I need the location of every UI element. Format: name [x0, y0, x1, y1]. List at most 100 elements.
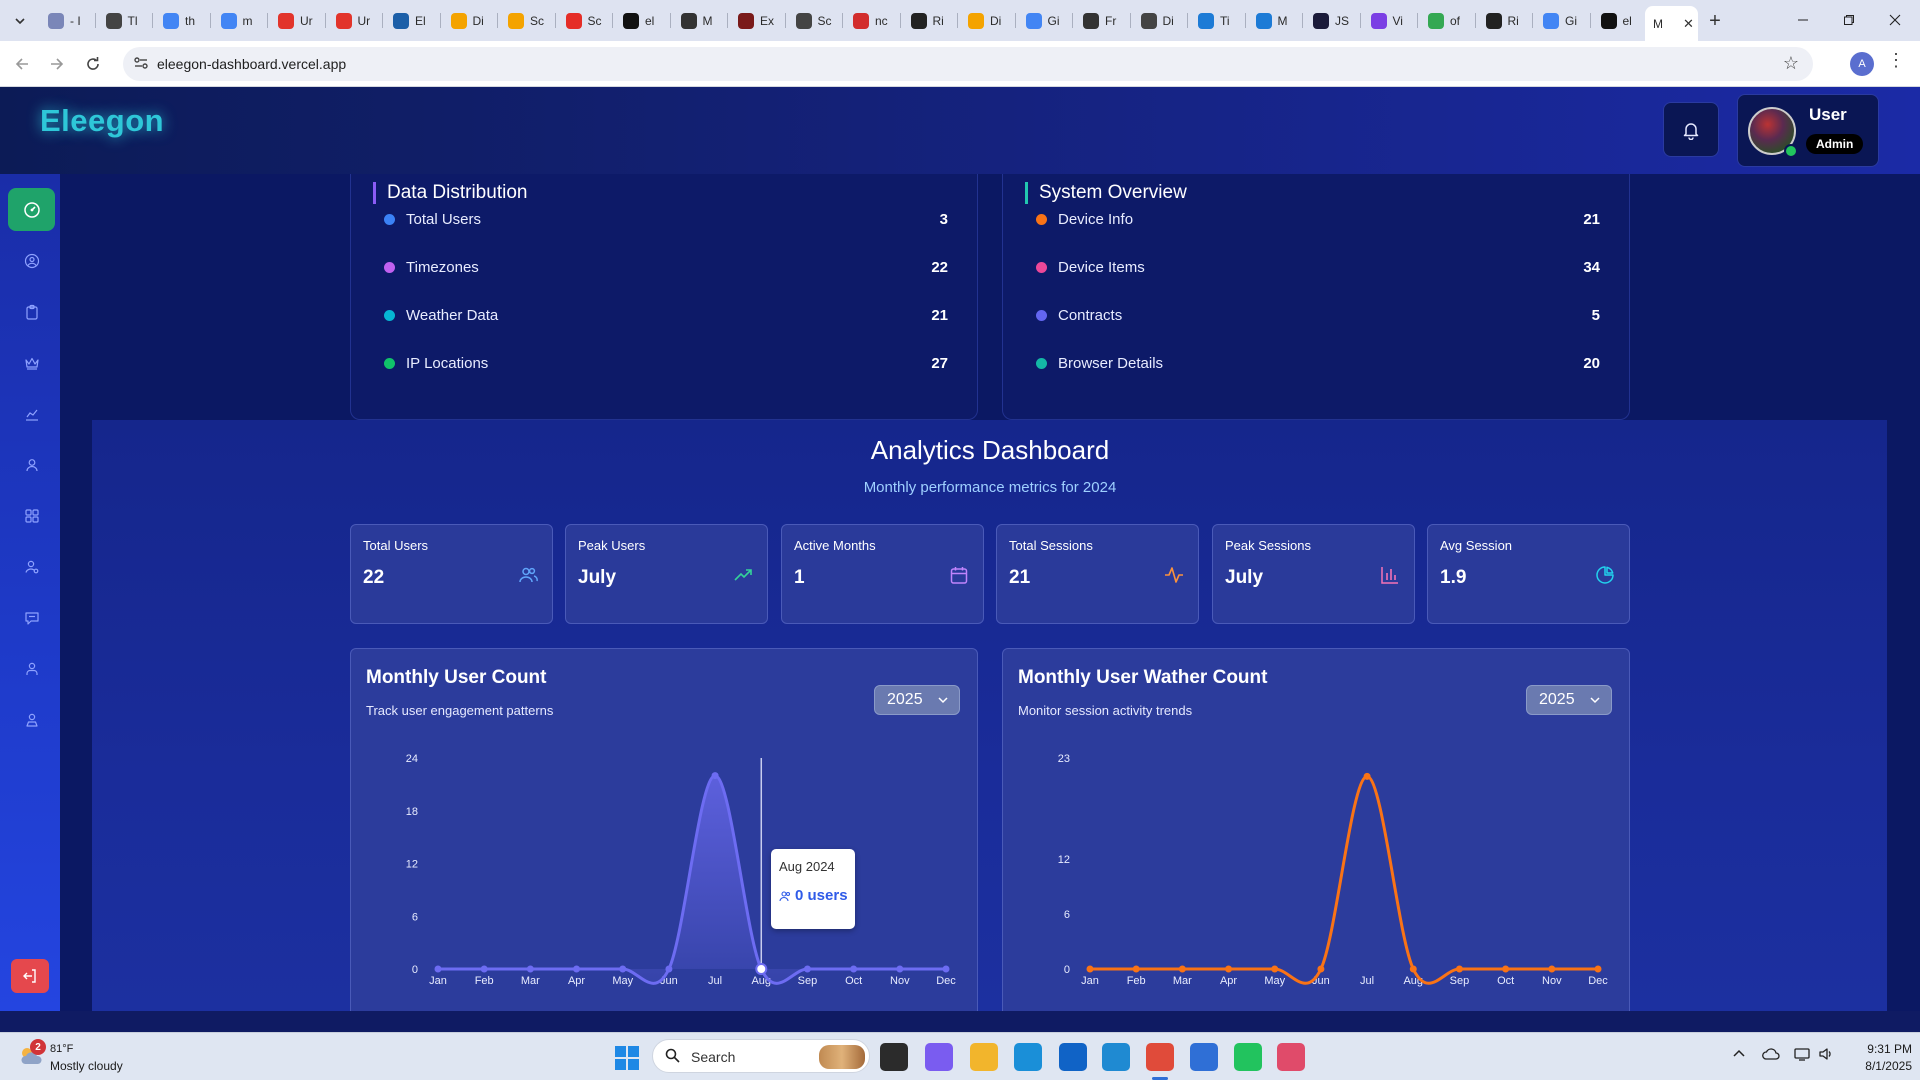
- x-tick-label: Jan: [1081, 975, 1099, 987]
- sidebar-item-user-search[interactable]: [8, 545, 55, 588]
- trend-up-icon: [734, 569, 752, 581]
- user-name: User: [1809, 105, 1847, 124]
- url-text[interactable]: eleegon-dashboard.vercel.app: [157, 56, 346, 72]
- forward-button[interactable]: [43, 50, 71, 78]
- user-profile-card[interactable]: User Admin: [1737, 94, 1879, 167]
- stat-value: 20: [1583, 354, 1600, 372]
- tab[interactable]: JS: [1305, 8, 1361, 33]
- tab[interactable]: el: [615, 8, 671, 33]
- taskbar-search[interactable]: Search: [652, 1039, 870, 1073]
- tab[interactable]: Di: [960, 8, 1016, 33]
- user-count-chart[interactable]: 06121824Jan Feb Mar Apr May Jun Jul Aug Sep Oct No…: [351, 649, 978, 1011]
- tooltip-value: 0 users: [779, 887, 848, 904]
- copilot-app[interactable]: [925, 1043, 953, 1071]
- windows-start-icon[interactable]: [614, 1045, 640, 1071]
- weather-widget[interactable]: 2 81°F Mostly cloudy: [16, 1039, 136, 1075]
- x-tick-label: Jan: [429, 975, 447, 987]
- kpi-card-peak-sessions: Peak Sessions July: [1212, 524, 1415, 624]
- snipping-tool-app[interactable]: [1277, 1043, 1305, 1071]
- kpi-value: 1: [794, 567, 805, 588]
- tab[interactable]: Ri: [903, 8, 958, 33]
- tab[interactable]: M: [673, 8, 728, 33]
- weather-badge: 2: [30, 1039, 46, 1055]
- close-tab-icon[interactable]: ✕: [1683, 16, 1694, 32]
- tab[interactable]: th: [155, 8, 211, 33]
- tab[interactable]: - I: [40, 8, 96, 33]
- stat-label: IP Locations: [406, 354, 489, 372]
- crown-icon: [24, 357, 39, 370]
- tab[interactable]: Gi: [1535, 8, 1591, 33]
- address-bar[interactable]: eleegon-dashboard.vercel.app ☆: [123, 47, 1813, 81]
- bookmark-star-icon[interactable]: ☆: [1783, 53, 1799, 74]
- tab[interactable]: el: [1593, 8, 1648, 33]
- tab[interactable]: Sc: [788, 8, 843, 33]
- tab[interactable]: Ur: [270, 8, 326, 33]
- tab[interactable]: Fr: [1075, 8, 1131, 33]
- wather-count-chart[interactable]: 061223Jan Feb Mar Apr May Jun Jul Aug Sep Oct Nov D…: [1003, 649, 1630, 1011]
- chrome-app[interactable]: [1146, 1043, 1174, 1071]
- arrow-left-icon: [15, 58, 28, 70]
- system-clock[interactable]: 9:31 PM 8/1/2025: [1840, 1041, 1912, 1075]
- person-icon: [25, 662, 38, 675]
- volume-tray[interactable]: [1818, 1047, 1834, 1064]
- x-tick-label: Jul: [708, 975, 722, 987]
- sidebar-item-team[interactable]: [8, 698, 55, 741]
- sidebar-item-account[interactable]: [8, 647, 55, 690]
- logout-button[interactable]: [11, 959, 49, 993]
- x-tick-label: Feb: [475, 975, 494, 987]
- y-tick-label: 24: [406, 753, 418, 765]
- tab[interactable]: M: [1248, 8, 1303, 33]
- sidebar-item-premium[interactable]: [8, 341, 55, 384]
- app-logo[interactable]: Eleegon: [40, 103, 164, 139]
- new-tab-button[interactable]: +: [1702, 8, 1728, 34]
- close-window-button[interactable]: [1872, 6, 1918, 34]
- tab-favicon-icon: [1198, 12, 1214, 29]
- file-explorer-app[interactable]: [970, 1043, 998, 1071]
- tab-search-button[interactable]: [8, 9, 32, 33]
- restore-button[interactable]: [1826, 6, 1872, 34]
- notifications-button[interactable]: [1663, 102, 1719, 157]
- outlook-app[interactable]: [1059, 1043, 1087, 1071]
- tab[interactable]: of: [1420, 8, 1476, 33]
- show-hidden-icons-button[interactable]: [1732, 1047, 1746, 1064]
- back-button[interactable]: [8, 50, 36, 78]
- network-tray[interactable]: [1794, 1047, 1810, 1064]
- sidebar-item-analytics[interactable]: [8, 392, 55, 435]
- sidebar-item-profile[interactable]: [8, 239, 55, 282]
- tab[interactable]: nc: [845, 8, 901, 33]
- tab-active[interactable]: M ✕: [1645, 6, 1698, 41]
- tab[interactable]: Ex: [730, 8, 786, 33]
- tab[interactable]: Tl: [98, 8, 153, 33]
- logout-icon: [23, 969, 36, 983]
- sidebar-item-messages[interactable]: [8, 596, 55, 639]
- tab[interactable]: Ti: [1190, 8, 1246, 33]
- profile-avatar-button[interactable]: A: [1850, 52, 1874, 76]
- site-info-icon[interactable]: [133, 55, 149, 74]
- edge-app[interactable]: [1014, 1043, 1042, 1071]
- tab[interactable]: m: [213, 8, 268, 33]
- tab[interactable]: Ur: [328, 8, 383, 33]
- sidebar-item-reports[interactable]: [8, 290, 55, 333]
- tab[interactable]: Vi: [1363, 8, 1418, 33]
- data-point: [1317, 965, 1325, 973]
- minimize-button[interactable]: [1780, 6, 1826, 34]
- tab[interactable]: Gi: [1018, 8, 1073, 33]
- sidebar-item-apps[interactable]: [8, 494, 55, 537]
- tab[interactable]: Ri: [1478, 8, 1533, 33]
- sidebar-item-dashboard[interactable]: [8, 188, 55, 231]
- browser-menu-icon[interactable]: ⋮: [1887, 50, 1905, 71]
- reload-button[interactable]: [79, 50, 107, 78]
- bar-chart-icon: [1381, 567, 1398, 584]
- task-view-app[interactable]: [880, 1043, 908, 1071]
- tab-separator: [669, 13, 671, 28]
- tab[interactable]: Di: [1133, 8, 1188, 33]
- whatsapp-app[interactable]: [1234, 1043, 1262, 1071]
- analytics-subtitle: Monthly performance metrics for 2024: [863, 479, 1117, 496]
- vscode-app[interactable]: [1102, 1043, 1130, 1071]
- onedrive-tray[interactable]: [1762, 1047, 1780, 1064]
- tab[interactable]: Sc: [500, 8, 556, 33]
- tab[interactable]: Di: [443, 8, 498, 33]
- notepad-app[interactable]: [1190, 1043, 1218, 1071]
- tab[interactable]: Sc: [558, 8, 613, 33]
- tab[interactable]: El: [385, 8, 441, 33]
